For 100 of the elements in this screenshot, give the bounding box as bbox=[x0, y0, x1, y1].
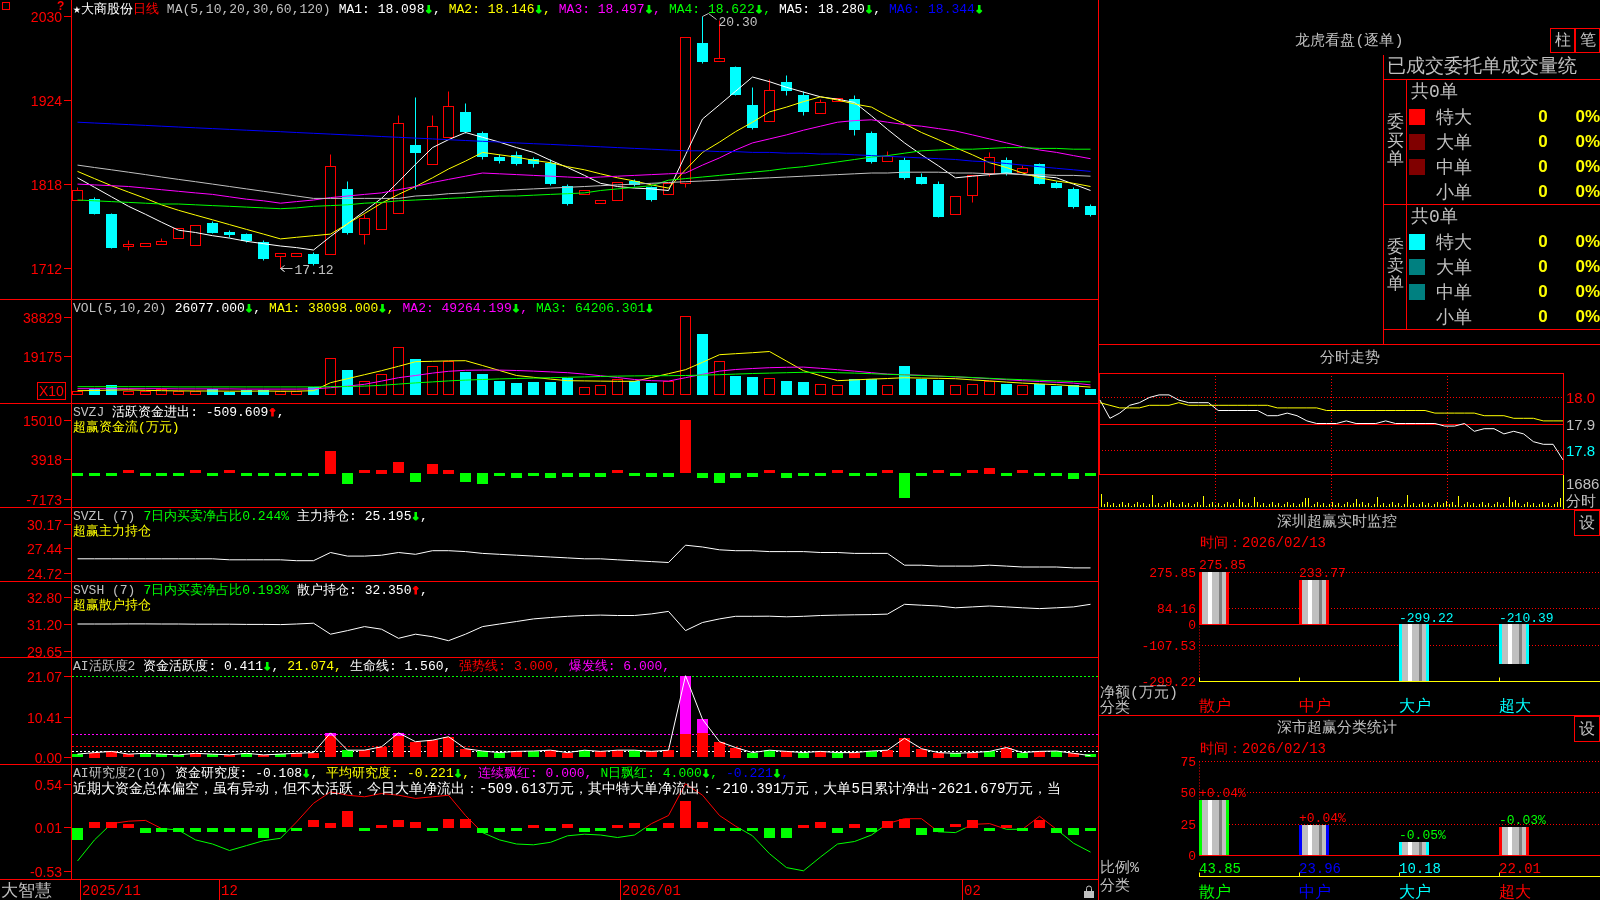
axis-label: 3918 bbox=[30, 451, 62, 468]
axis-label: -7173 bbox=[26, 491, 62, 508]
indicator-name: VOL(5,10,20) bbox=[73, 301, 167, 316]
axis-label: 19175 bbox=[23, 348, 62, 365]
axis-label: 0.54 bbox=[34, 776, 62, 793]
order-count: 0 bbox=[1537, 231, 1549, 252]
axis-label: 31.20 bbox=[26, 616, 62, 633]
order-percent: 0% bbox=[1574, 256, 1600, 277]
order-size-label: 中单 bbox=[1435, 156, 1473, 179]
value-label: 43.85 bbox=[1199, 860, 1241, 877]
category-label: 中户 bbox=[1299, 698, 1331, 715]
category-label: 超大 bbox=[1499, 884, 1531, 900]
multiplier-label: X10 bbox=[37, 382, 66, 400]
indicator-value: MA4: 18.622↓, bbox=[668, 1, 771, 17]
axis-label: 275.85 bbox=[1149, 566, 1196, 581]
indicator-value: MA2: 18.146↓, bbox=[448, 1, 551, 17]
indicator-value: MA1: 38098.000↓, bbox=[269, 300, 395, 316]
panel-title: 深市超赢分类统计 bbox=[1276, 720, 1397, 737]
indicator-name: AI活跃度2 bbox=[73, 659, 136, 674]
axis-label: 50 bbox=[1180, 786, 1196, 801]
date-label: 02 bbox=[964, 883, 981, 899]
indicator-name: SVSH (7) bbox=[73, 583, 136, 598]
axis-title: 比例% bbox=[1100, 860, 1139, 877]
order-total: 共0单 bbox=[1411, 207, 1458, 227]
indicator-value: 主力持仓: 25.195↓, bbox=[297, 508, 428, 524]
group-label: 委卖单 bbox=[1386, 238, 1404, 296]
value-label: 233.77 bbox=[1299, 566, 1346, 581]
order-size-label: 特大 bbox=[1435, 231, 1473, 254]
axis-label: 1818 bbox=[30, 176, 62, 193]
order-percent: 0% bbox=[1574, 181, 1600, 202]
group-label: 委买单 bbox=[1386, 113, 1404, 171]
indicator-value: 连续飘红: 0.000, bbox=[477, 766, 593, 781]
order-count: 0 bbox=[1537, 306, 1549, 327]
annotation: 17.12 bbox=[294, 262, 334, 278]
indicator-value: 平均研究度: -0.221↓, bbox=[326, 765, 470, 781]
indicator-value: 资金活跃度: 0.411↓, bbox=[143, 658, 280, 674]
category-label: 中户 bbox=[1299, 884, 1331, 900]
order-count: 0 bbox=[1537, 181, 1549, 202]
indicator-title: 超赢散户持仓 bbox=[73, 598, 152, 613]
value-label: 22.01 bbox=[1499, 860, 1541, 877]
order-count: 0 bbox=[1537, 256, 1549, 277]
date-label: 12 bbox=[221, 883, 238, 899]
date-label: 2025/11 bbox=[82, 883, 141, 899]
value-label: -210.39 bbox=[1499, 610, 1554, 626]
panel-title: 龙虎看盘(逐单) bbox=[1295, 31, 1404, 50]
indicator-name: SVZL (7) bbox=[73, 509, 136, 524]
indicator-value: -0.221↓, bbox=[726, 765, 790, 781]
axis-label: 0 bbox=[1188, 849, 1196, 864]
date-label: 时间：2026/02/13 bbox=[1200, 535, 1326, 551]
axis-label: 15010 bbox=[23, 412, 62, 429]
axis-label: 84.16 bbox=[1157, 602, 1196, 617]
indicator-title: 超赢资金流(万元) bbox=[73, 420, 181, 435]
axis-label: 24.72 bbox=[26, 565, 62, 582]
value-label: -299.22 bbox=[1399, 610, 1454, 626]
order-size-label: 小单 bbox=[1435, 306, 1473, 329]
table-title: 已成交委托单成交量统 bbox=[1384, 55, 1600, 80]
axis-title: 分类 bbox=[1100, 878, 1130, 895]
order-size-label: 小单 bbox=[1435, 181, 1473, 204]
indicator-name: MA(5,10,20,30,60,120) bbox=[166, 2, 331, 17]
axis-label: 0.01 bbox=[34, 819, 62, 836]
order-size-label: 大单 bbox=[1435, 131, 1473, 154]
axis-label: -107.53 bbox=[1141, 639, 1196, 654]
panel-title: 分时走势 bbox=[1319, 350, 1380, 367]
stock-name: ★大商股份 bbox=[73, 2, 133, 17]
indicator-name: AI研究度2(10) bbox=[73, 766, 167, 781]
category-label: 散户 bbox=[1199, 884, 1231, 900]
indicator-value: MA2: 49264.199↓, bbox=[402, 300, 529, 316]
order-percent: 0% bbox=[1574, 231, 1600, 252]
indicator-value: 强势线: 3.000, bbox=[459, 659, 561, 674]
date-label: 2026/01 bbox=[622, 883, 681, 899]
axis-label: 17.9 bbox=[1566, 416, 1596, 433]
order-count: 0 bbox=[1537, 281, 1549, 302]
axis-label: 27.44 bbox=[26, 540, 62, 557]
indicator-value: MA3: 18.497↓, bbox=[558, 1, 661, 17]
axis-label: 18.0 bbox=[1566, 389, 1596, 406]
order-size-label: 大单 bbox=[1435, 256, 1473, 279]
order-count: 0 bbox=[1537, 156, 1549, 177]
axis-label: 21.07 bbox=[26, 668, 62, 685]
indicator-value: N日飘红: 4.000↓, bbox=[600, 765, 719, 781]
axis-label: 1924 bbox=[30, 92, 62, 109]
period-label: 日线 bbox=[132, 2, 159, 17]
axis-label: 38829 bbox=[23, 309, 62, 326]
volume-scale-label: 1686 bbox=[1566, 475, 1600, 492]
category-label: 大户 bbox=[1399, 698, 1431, 715]
indicator-value: MA5: 18.280↓, bbox=[778, 1, 882, 17]
axis-label: 17.8 bbox=[1566, 442, 1596, 459]
axis-label: 10.41 bbox=[26, 709, 62, 726]
axis-label: 0 bbox=[1188, 618, 1196, 633]
indicator-value: 资金研究度: -0.108↓, bbox=[174, 765, 319, 781]
axis-label: 1712 bbox=[30, 260, 62, 277]
axis-label: 30.17 bbox=[26, 516, 62, 533]
order-size-label: 特大 bbox=[1435, 106, 1473, 129]
indicator-value: 活跃资金进出: -509.609↑, bbox=[112, 404, 285, 420]
value-label: 10.18 bbox=[1399, 860, 1441, 877]
indicator-name: SVZJ bbox=[73, 405, 105, 420]
order-count: 0 bbox=[1537, 106, 1549, 127]
indicator-value: MA1: 18.098↓, bbox=[338, 1, 441, 17]
indicator-value: 生命线: 1.560, bbox=[349, 659, 452, 674]
order-percent: 0% bbox=[1574, 281, 1600, 302]
axis-label: 29.65 bbox=[26, 643, 62, 658]
